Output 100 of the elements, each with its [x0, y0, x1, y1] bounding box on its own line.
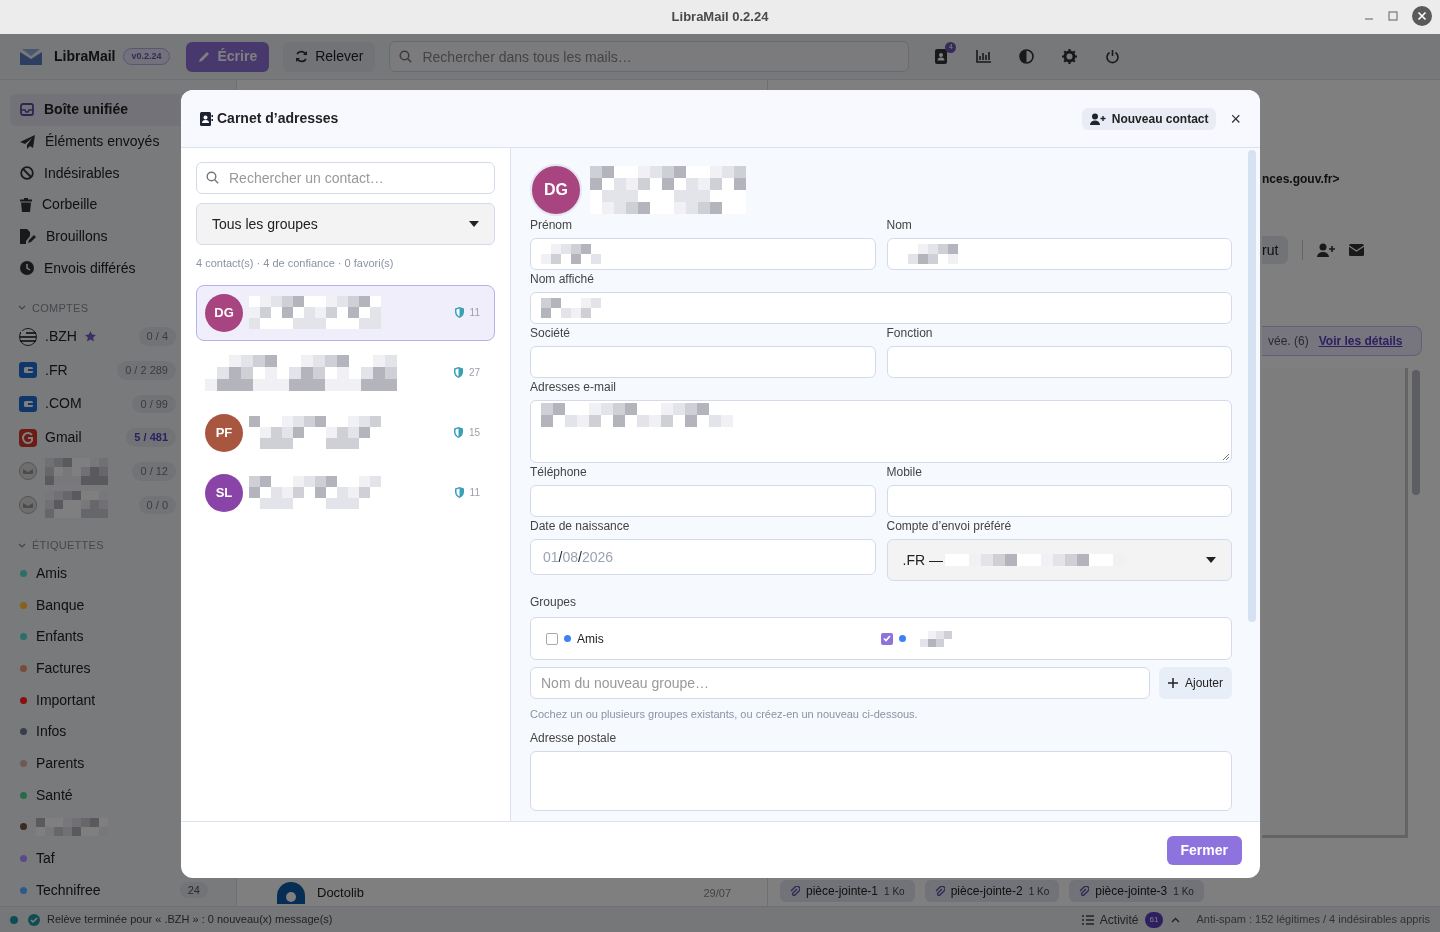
account-item[interactable]: Gmail 5 / 481 [10, 420, 180, 455]
inbox-icon [20, 103, 34, 117]
close-button[interactable]: × [1230, 109, 1241, 128]
close-dialog-button[interactable]: Fermer [1166, 835, 1242, 865]
text-field[interactable] [886, 346, 1232, 378]
contact-avatar: PF [205, 413, 243, 452]
folder-item[interactable]: Indésirables [10, 157, 180, 189]
chevron-icon[interactable] [18, 304, 26, 311]
account-item[interactable]: 0 / 12 [10, 454, 180, 489]
new-contact-button[interactable]: Nouveau contact [1081, 107, 1217, 130]
envelope-icon[interactable] [1349, 244, 1365, 256]
label-item[interactable]: Important [10, 684, 180, 716]
trust-count: 27 [468, 366, 480, 380]
caret-down-icon [1206, 557, 1216, 563]
text-field[interactable] [530, 346, 876, 378]
label-item[interactable]: Parents [10, 747, 180, 780]
label-item[interactable]: Factures [10, 652, 180, 685]
check-circle-icon [28, 913, 40, 926]
label-item[interactable]: Taf [10, 842, 180, 875]
label-item[interactable]: Infos [10, 715, 180, 748]
contact-item[interactable]: PF 15 [196, 404, 495, 461]
version-badge: v0.2.24 [123, 47, 170, 66]
attachment-chip[interactable]: pièce-jointe-2 1 Ko [924, 880, 1060, 902]
sender-address: nces.gouv.fr> [1262, 172, 1340, 186]
details-link[interactable]: Voir les détails [1318, 332, 1403, 350]
attachment-chip[interactable]: pièce-jointe-1 1 Ko [780, 880, 915, 902]
folder-item[interactable]: Envois différés [10, 252, 180, 285]
new-group-field[interactable]: Nom du nouveau groupe… [530, 667, 1150, 699]
field-label: Nom [886, 217, 913, 234]
chart-icon[interactable] [976, 50, 992, 63]
chevron-icon[interactable] [18, 542, 26, 549]
text-field[interactable] [530, 485, 876, 517]
group-filter-dropdown[interactable]: Tous les groupes [196, 203, 495, 245]
contact-item[interactable]: 27 [196, 344, 495, 401]
antispam-status: Anti-spam : 152 légitimes / 4 indésirables appris [1196, 912, 1430, 928]
compose-button[interactable]: Écrire [185, 41, 270, 72]
close-icon[interactable] [1412, 6, 1432, 26]
count-badge: 0 / 4 [138, 327, 176, 346]
contrast-icon[interactable] [1019, 49, 1035, 64]
action-button[interactable]: rut [1262, 236, 1289, 264]
text-field[interactable] [530, 238, 876, 270]
g-logo-icon [19, 428, 37, 447]
striped-flag-icon [19, 327, 37, 346]
caret-up-icon[interactable] [1171, 916, 1181, 923]
add-person-icon[interactable] [1317, 243, 1336, 257]
envelope-avatar-icon [19, 495, 37, 514]
label-item[interactable]: Enfants [10, 620, 180, 653]
label-item[interactable]: Technifree 24 [10, 874, 228, 906]
refresh-icon [295, 50, 309, 63]
attachment-chip[interactable]: pièce-jointe-3 1 Ko [1069, 880, 1204, 902]
label-item[interactable]: Santé [10, 779, 180, 811]
contact-search-field[interactable]: Rechercher un contact… [196, 162, 495, 194]
maximize-icon[interactable] [1388, 11, 1398, 21]
search-field[interactable]: Rechercher dans tous les mails… [389, 41, 910, 72]
group-label: Amis [577, 630, 604, 648]
label-item[interactable]: Banque [10, 589, 180, 621]
settings-icon[interactable] [1062, 49, 1078, 64]
fetch-button[interactable]: Relever [283, 41, 376, 72]
activity-label[interactable]: Activité [1099, 910, 1139, 929]
field-label: Compte d’envoi préféré [886, 518, 1013, 535]
add-group-button[interactable]: Ajouter [1158, 667, 1232, 699]
text-field[interactable] [530, 292, 1232, 324]
account-item[interactable]: .BZH 0 / 4 [10, 319, 180, 354]
text-field[interactable] [886, 485, 1232, 517]
count-badge: 0 / 12 [132, 462, 176, 481]
scrollbar[interactable] [1412, 370, 1420, 495]
message-row[interactable]: Doctolib 29/07 [237, 880, 767, 906]
resize-grip-icon[interactable] [1222, 453, 1229, 460]
caret-down-icon [469, 221, 479, 227]
folder-item[interactable]: Boîte unifiée [10, 94, 180, 126]
redaction-mosaic [45, 491, 108, 519]
group-checkbox[interactable] [881, 632, 893, 645]
account-dropdown[interactable]: .FR — [886, 539, 1232, 581]
paperclip-icon [790, 886, 800, 896]
account-name: .FR [45, 360, 68, 380]
label-item[interactable]: Amis [10, 557, 180, 590]
folder-item[interactable]: Corbeille [10, 189, 180, 221]
list-icon[interactable] [1081, 914, 1094, 925]
info-banner: vée. (6) Voir les détails [1262, 326, 1422, 356]
address-book-icon[interactable] [935, 49, 949, 64]
account-name: .COM [45, 394, 82, 414]
provider-logo-icon [19, 361, 37, 380]
field-label: Adresse postale [530, 729, 618, 747]
add-person-icon [1089, 112, 1106, 125]
date-field[interactable]: 01/08/2026 [530, 539, 876, 575]
field-label: Groupes [530, 594, 578, 611]
postal-address-textarea[interactable] [530, 750, 1232, 811]
contact-item[interactable]: DG 11 [196, 284, 495, 341]
field-label: Téléphone [530, 464, 588, 481]
paperclip-icon [1079, 886, 1090, 896]
file-pen-icon [20, 229, 36, 244]
group-checkbox[interactable] [546, 632, 558, 645]
folder-item[interactable]: Brouillons [10, 220, 180, 253]
power-icon[interactable] [1105, 49, 1121, 64]
folder-item[interactable]: Éléments envoyés [10, 125, 180, 158]
status-message: Relève terminée pour « .BZH » : 0 nouveau(x) message(s) [47, 912, 333, 928]
text-field[interactable] [886, 238, 1232, 270]
contact-item[interactable]: SL 11 [196, 464, 495, 521]
scrollbar[interactable] [1248, 150, 1256, 622]
app-name: LibraMail [54, 47, 116, 66]
